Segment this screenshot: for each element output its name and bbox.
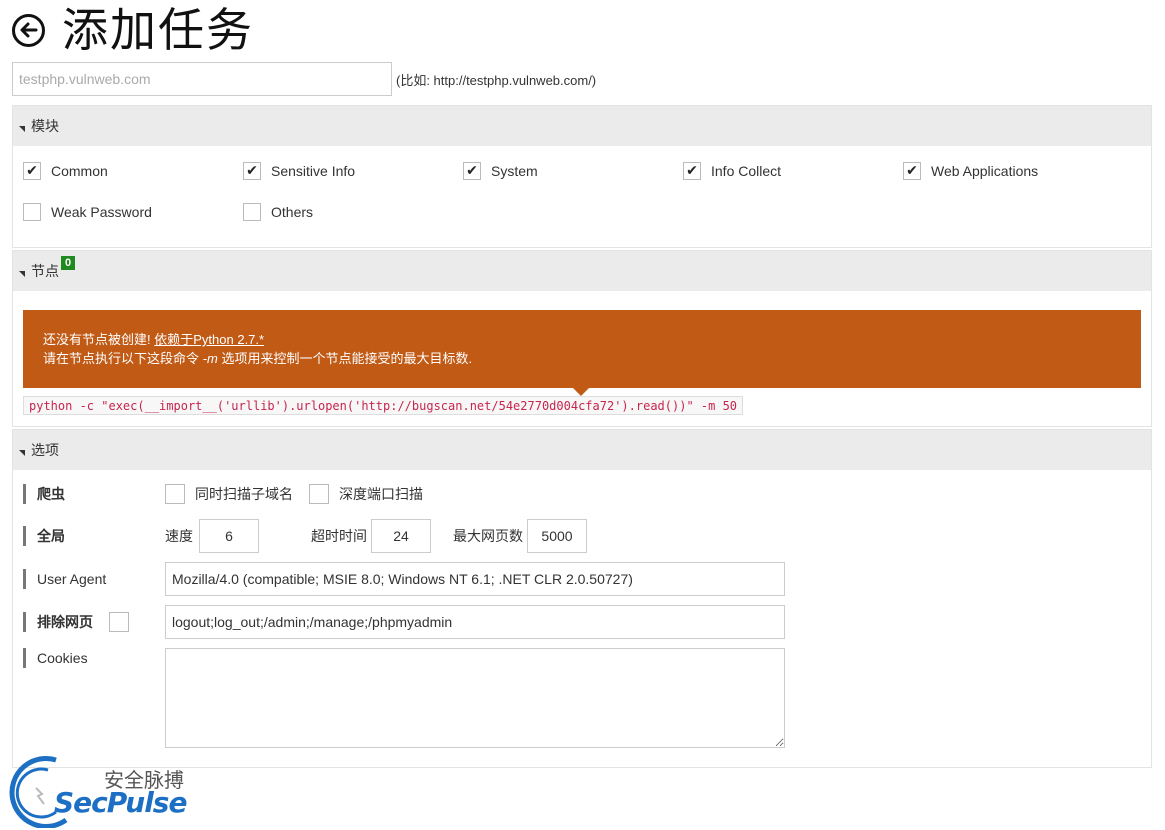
- target-row: (比如: http://testphp.vulnweb.com/): [12, 62, 596, 96]
- alert-text: 选项用来控制一个节点能接受的最大目标数.: [221, 351, 473, 366]
- module-label: Info Collect: [711, 163, 782, 179]
- collapse-triangle-icon: [19, 271, 25, 277]
- modules-header[interactable]: 模块: [13, 106, 1151, 146]
- max-pages-input[interactable]: [527, 519, 587, 553]
- timeout-label: 超时时间: [311, 528, 367, 544]
- page-title: 添加任务: [62, 3, 254, 57]
- target-url-hint: (比如: http://testphp.vulnweb.com/): [396, 72, 597, 88]
- user-agent-label: User Agent: [23, 569, 165, 589]
- exclude-checkbox[interactable]: [109, 612, 129, 632]
- nodes-title: 节点: [31, 263, 59, 279]
- module-info-collect-checkbox[interactable]: ✔: [683, 162, 701, 180]
- module-label: Sensitive Info: [271, 163, 356, 179]
- node-count-badge: 0: [61, 256, 76, 270]
- checkmark-icon: ✔: [466, 163, 478, 179]
- checkmark-icon: ✔: [906, 163, 918, 179]
- alert-text: 还没有节点被创建!: [43, 332, 151, 347]
- module-web-applications-checkbox[interactable]: ✔: [903, 162, 921, 180]
- collapse-triangle-icon: [19, 450, 25, 456]
- deep-port-checkbox[interactable]: [309, 484, 329, 504]
- module-label: Others: [271, 204, 314, 220]
- module-label: Common: [51, 163, 108, 179]
- alert-line-2: 请在节点执行以下这段命令 -m 选项用来控制一个节点能接受的最大目标数.: [43, 349, 1121, 368]
- crawler-label: 爬虫: [23, 484, 165, 504]
- collapse-triangle-icon: [19, 126, 25, 132]
- checkmark-icon: ✔: [26, 163, 38, 179]
- speed-label: 速度: [165, 528, 193, 544]
- modules-section: 模块 ✔ Common ✔ Sensitive Info ✔ System ✔ …: [12, 105, 1152, 248]
- module-label: Weak Password: [51, 204, 152, 220]
- global-label: 全局: [23, 526, 165, 546]
- modules-grid: ✔ Common ✔ Sensitive Info ✔ System ✔ Inf…: [13, 146, 1151, 244]
- module-sensitive-info-checkbox[interactable]: ✔: [243, 162, 261, 180]
- page-header: 添加任务: [12, 2, 254, 58]
- cookies-row: Cookies: [23, 648, 785, 748]
- alert-line-1: 还没有节点被创建! 依赖于Python 2.7.*: [43, 330, 1121, 349]
- module-weak-password-checkbox[interactable]: [23, 203, 41, 221]
- sub-domain-label: 同时扫描子域名: [195, 486, 293, 502]
- module-common-checkbox[interactable]: ✔: [23, 162, 41, 180]
- sub-domain-checkbox[interactable]: [165, 484, 185, 504]
- checkmark-icon: ✔: [686, 163, 698, 179]
- watermark-en: SecPulse: [54, 786, 187, 819]
- module-sensitive-info[interactable]: ✔ Sensitive Info: [243, 162, 463, 203]
- arrow-left-circle-icon: [20, 22, 37, 38]
- module-info-collect[interactable]: ✔ Info Collect: [683, 162, 903, 203]
- modules-title: 模块: [31, 118, 59, 134]
- options-header[interactable]: 选项: [13, 430, 1151, 470]
- cookies-textarea[interactable]: [165, 648, 785, 748]
- module-system[interactable]: ✔ System: [463, 162, 683, 203]
- crawler-row: 爬虫 同时扫描子域名 深度端口扫描: [23, 484, 423, 504]
- exclude-label: 排除网页: [23, 612, 109, 632]
- max-pages-label: 最大网页数: [453, 528, 523, 544]
- module-label: System: [491, 163, 538, 179]
- node-command[interactable]: python -c "exec(__import__('urllib').url…: [23, 396, 744, 415]
- alert-pointer: [573, 388, 589, 396]
- timeout-input[interactable]: [371, 519, 431, 553]
- back-button[interactable]: [12, 13, 45, 47]
- module-common[interactable]: ✔ Common: [23, 162, 243, 203]
- nodes-section: 节点 0 还没有节点被创建! 依赖于Python 2.7.* 请在节点执行以下这…: [12, 250, 1152, 427]
- cookies-label: Cookies: [23, 648, 165, 668]
- module-others[interactable]: Others: [243, 203, 463, 244]
- alert-text: 请在节点执行以下这段命令: [43, 351, 200, 366]
- module-others-checkbox[interactable]: [243, 203, 261, 221]
- options-section: 选项 爬虫 同时扫描子域名 深度端口扫描 全局 速度 超时时间 最大网页数 Us…: [12, 429, 1152, 768]
- module-system-checkbox[interactable]: ✔: [463, 162, 481, 180]
- module-label: Web Applications: [931, 163, 1039, 179]
- exclude-row: 排除网页: [23, 605, 785, 639]
- no-nodes-alert: 还没有节点被创建! 依赖于Python 2.7.* 请在节点执行以下这段命令 -…: [23, 310, 1141, 396]
- deep-port-label: 深度端口扫描: [339, 486, 423, 502]
- user-agent-input[interactable]: [165, 562, 785, 596]
- target-url-input[interactable]: [12, 62, 392, 96]
- speed-input[interactable]: [199, 519, 259, 553]
- nodes-header[interactable]: 节点 0: [13, 251, 1151, 291]
- user-agent-row: User Agent: [23, 562, 785, 596]
- python-dependency-link[interactable]: 依赖于Python 2.7.*: [154, 332, 264, 347]
- options-title: 选项: [31, 442, 59, 458]
- exclude-input[interactable]: [165, 605, 785, 639]
- checkmark-icon: ✔: [246, 163, 258, 179]
- module-web-applications[interactable]: ✔ Web Applications: [903, 162, 1123, 203]
- global-row: 全局 速度 超时时间 最大网页数: [23, 519, 599, 553]
- alert-flag: -m: [202, 351, 218, 366]
- module-weak-password[interactable]: Weak Password: [23, 203, 243, 244]
